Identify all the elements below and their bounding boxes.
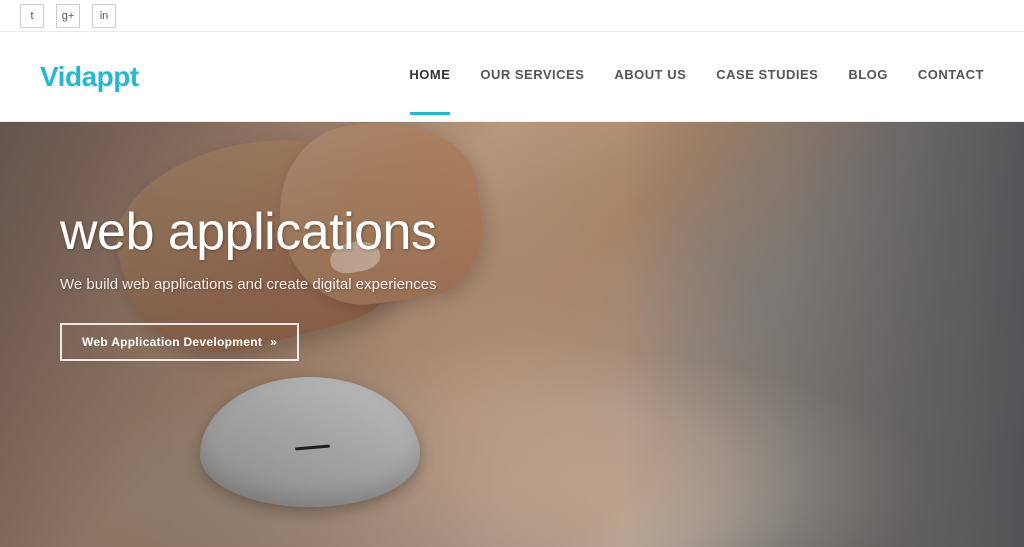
- top-bar: t g+ in: [0, 0, 1024, 32]
- hero-cta-label: Web Application Development: [82, 335, 262, 349]
- main-nav: HOME OUR SERVICES ABOUT US CASE STUDIES …: [409, 67, 984, 87]
- logo-text-start: Vid: [40, 61, 82, 92]
- nav-item-case-studies[interactable]: CASE STUDIES: [716, 67, 818, 87]
- hero-title: web applications: [60, 202, 437, 262]
- nav-item-about-us[interactable]: ABOUT US: [614, 67, 686, 87]
- nav-item-blog[interactable]: BLOG: [848, 67, 888, 87]
- twitter-icon[interactable]: t: [20, 4, 44, 28]
- hero-content: web applications We build web applicatio…: [60, 202, 437, 361]
- hero-cta-button[interactable]: Web Application Development »: [60, 323, 299, 361]
- header: Vidappt HOME OUR SERVICES ABOUT US CASE …: [0, 32, 1024, 122]
- nav-item-our-services[interactable]: OUR SERVICES: [480, 67, 584, 87]
- logo-text-accent: appt: [82, 61, 139, 92]
- hero-cta-arrow: »: [270, 335, 277, 349]
- nav-item-home[interactable]: HOME: [409, 67, 450, 87]
- hero-subtitle: We build web applications and create dig…: [60, 276, 437, 293]
- logo[interactable]: Vidappt: [40, 61, 139, 93]
- googleplus-icon[interactable]: g+: [56, 4, 80, 28]
- hero-section: web applications We build web applicatio…: [0, 122, 1024, 547]
- nav-item-contact[interactable]: CONTACT: [918, 67, 984, 87]
- linkedin-icon[interactable]: in: [92, 4, 116, 28]
